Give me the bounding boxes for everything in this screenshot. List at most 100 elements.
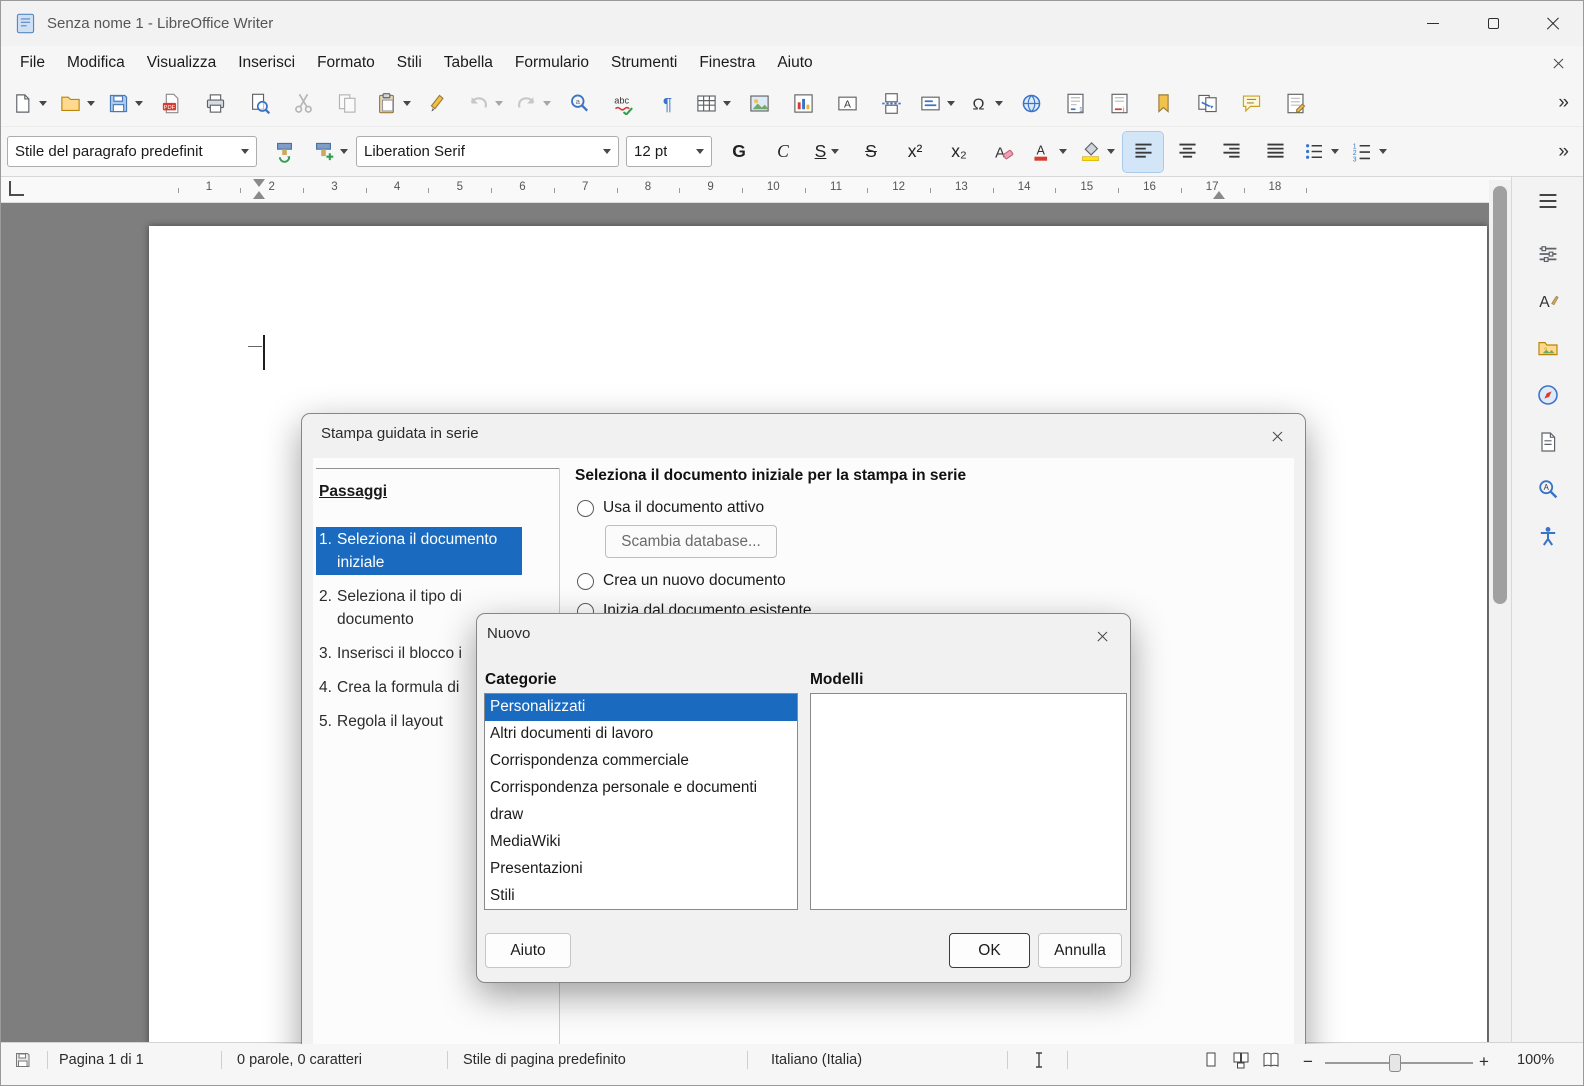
numbered-list-button[interactable]: 123 [1347, 132, 1391, 172]
strikethrough-button[interactable]: S [851, 132, 891, 172]
page-style-indicator[interactable]: Stile di pagina predefinito [463, 1052, 626, 1068]
insert-hyperlink-button[interactable] [1011, 83, 1051, 123]
gallery-button[interactable] [1527, 330, 1569, 370]
word-count-indicator[interactable]: 0 parole, 0 caratteri [237, 1052, 362, 1068]
multi-page-view-button[interactable] [1231, 1050, 1253, 1072]
insert-table-button[interactable] [691, 83, 735, 123]
new-style-button[interactable] [308, 132, 352, 172]
menu-modifica[interactable]: Modifica [56, 50, 136, 76]
insert-chart-button[interactable] [783, 83, 823, 123]
insert-special-character-button[interactable]: Ω [963, 83, 1007, 123]
properties-button[interactable] [1527, 236, 1569, 276]
chevron-down-icon[interactable] [135, 100, 143, 106]
ok-button[interactable]: OK [949, 933, 1030, 968]
align-left-button[interactable] [1122, 130, 1164, 173]
book-view-button[interactable] [1261, 1050, 1283, 1072]
exchange-database-button[interactable]: Scambia database... [605, 525, 777, 558]
vertical-scrollbar[interactable] [1489, 180, 1511, 1042]
insert-page-break-button[interactable] [871, 83, 911, 123]
menu-tabella[interactable]: Tabella [433, 50, 504, 76]
horizontal-ruler[interactable]: 1 2 3 4 5 6 7 8 9 10 11 12 13 14 15 16 17 18 [1, 177, 1513, 203]
undo-button[interactable] [463, 83, 507, 123]
print-button[interactable] [195, 83, 235, 123]
insert-mode-icon[interactable] [1029, 1050, 1051, 1072]
clear-formatting-button[interactable]: A [983, 132, 1023, 172]
category-item[interactable]: Altri documenti di lavoro [485, 721, 797, 748]
chevron-down-icon[interactable] [543, 100, 551, 106]
minimize-button[interactable] [1403, 1, 1463, 46]
chevron-down-icon[interactable] [1379, 149, 1387, 154]
close-window-button[interactable] [1523, 1, 1583, 46]
titlebar[interactable]: Senza nome 1 - LibreOffice Writer [1, 1, 1583, 46]
page-number-indicator[interactable]: Pagina 1 di 1 [59, 1052, 144, 1068]
redo-button[interactable] [511, 83, 555, 123]
chevron-down-icon[interactable] [39, 100, 47, 106]
spellcheck-button[interactable]: abc [603, 83, 643, 123]
zoom-out-button[interactable]: − [1303, 1052, 1313, 1072]
zoom-slider-thumb[interactable] [1389, 1054, 1401, 1072]
close-document-button[interactable] [1545, 51, 1571, 75]
new-document-button[interactable] [7, 83, 51, 123]
highlight-color-button[interactable] [1075, 132, 1119, 172]
left-indent-marker[interactable] [253, 191, 265, 199]
scrollbar-thumb[interactable] [1493, 186, 1507, 604]
navigator-button[interactable] [1527, 377, 1569, 417]
zoom-in-button[interactable]: + [1479, 1052, 1489, 1072]
menu-aiuto[interactable]: Aiuto [766, 50, 823, 76]
chevron-down-icon[interactable] [723, 100, 731, 106]
track-changes-button[interactable] [1275, 83, 1315, 123]
insert-image-button[interactable] [739, 83, 779, 123]
tab-stop-selector[interactable] [9, 181, 24, 196]
chevron-down-icon[interactable] [696, 149, 704, 154]
chevron-down-icon[interactable] [403, 100, 411, 106]
copy-button[interactable] [327, 83, 367, 123]
wizard-step-1[interactable]: 1. Seleziona il documento iniziale [316, 527, 522, 575]
toolbar-overflow-button[interactable]: » [1558, 92, 1569, 114]
insert-comment-button[interactable] [1231, 83, 1271, 123]
menu-inserisci[interactable]: Inserisci [227, 50, 306, 76]
maximize-button[interactable] [1463, 1, 1523, 46]
category-item[interactable]: Corrispondenza commerciale [485, 748, 797, 775]
font-color-button[interactable]: A [1027, 132, 1071, 172]
new-dialog-close-button[interactable] [1086, 622, 1118, 650]
chevron-down-icon[interactable] [87, 100, 95, 106]
toolbar-overflow-button[interactable]: » [1558, 141, 1569, 163]
bold-button[interactable]: G [719, 132, 759, 172]
subscript-button[interactable]: x₂ [939, 132, 979, 172]
menu-stili[interactable]: Stili [386, 50, 433, 76]
menu-formulario[interactable]: Formulario [504, 50, 600, 76]
find-replace-button[interactable]: a [559, 83, 599, 123]
wizard-close-button[interactable] [1261, 422, 1293, 450]
first-line-indent-marker[interactable] [253, 179, 265, 187]
chevron-down-icon[interactable] [603, 149, 611, 154]
insert-footnote-button[interactable]: 1 [1055, 83, 1095, 123]
sidebar-settings-button[interactable] [1527, 183, 1569, 223]
italic-button[interactable]: C [763, 132, 803, 172]
page-button[interactable] [1527, 424, 1569, 464]
open-button[interactable] [55, 83, 99, 123]
radio-create-new-document[interactable]: Crea un nuovo documento [577, 572, 786, 590]
save-button[interactable] [103, 83, 147, 123]
font-name-combobox[interactable]: Liberation Serif [356, 136, 619, 167]
chevron-down-icon[interactable] [831, 149, 840, 154]
category-item[interactable]: Presentazioni [485, 855, 797, 882]
clone-formatting-button[interactable] [419, 83, 459, 123]
insert-cross-reference-button[interactable] [1187, 83, 1227, 123]
insert-bookmark-button[interactable] [1143, 83, 1183, 123]
font-size-combobox[interactable]: 12 pt [626, 136, 712, 167]
save-status-icon[interactable] [13, 1050, 35, 1072]
paste-button[interactable] [371, 83, 415, 123]
category-item[interactable]: Stili [485, 882, 797, 909]
chevron-down-icon[interactable] [1107, 149, 1115, 154]
export-pdf-button[interactable]: PDF [151, 83, 191, 123]
chevron-down-icon[interactable] [1331, 149, 1339, 154]
chevron-down-icon[interactable] [1059, 149, 1067, 154]
bullet-list-button[interactable] [1299, 132, 1343, 172]
chevron-down-icon[interactable] [947, 100, 955, 106]
zoom-level[interactable]: 100% [1517, 1052, 1554, 1068]
chevron-down-icon[interactable] [340, 149, 348, 154]
category-item[interactable]: MediaWiki [485, 828, 797, 855]
insert-field-button[interactable] [915, 83, 959, 123]
align-right-button[interactable] [1211, 132, 1251, 172]
menu-strumenti[interactable]: Strumenti [600, 50, 688, 76]
